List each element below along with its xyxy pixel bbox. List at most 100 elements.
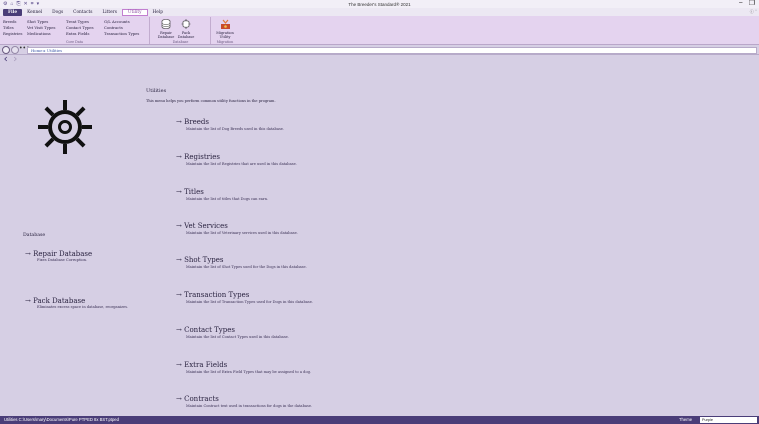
menu-help[interactable]: Help <box>148 9 168 16</box>
ribbon-group-database: Repair Database Pack Database Database <box>151 17 211 44</box>
back-button[interactable] <box>2 46 10 62</box>
breadcrumb-separator: ▸ <box>43 47 46 53</box>
pack-database-title: Pack Database <box>33 297 86 305</box>
ribbon-medications[interactable]: Medications <box>27 31 55 37</box>
utility-item-title: Contact Types <box>184 326 235 334</box>
forward-button[interactable] <box>11 46 19 62</box>
utility-item-title: Contracts <box>184 395 219 403</box>
ribbon: Breeds Titles Registries Shot Types Vet … <box>0 16 759 45</box>
arrow-icon: → <box>176 326 182 334</box>
database-section-header: Database <box>23 233 46 238</box>
repair-database-button[interactable]: Repair Database <box>157 19 175 39</box>
utility-item-registries[interactable]: → Registries Maintain the list of Regist… <box>176 153 297 166</box>
repair-label-2: Database <box>157 35 175 39</box>
ribbon-column-2: Shot Types Vet Visit Types Medications <box>27 19 55 36</box>
arrow-icon: → <box>176 395 182 403</box>
restore-button[interactable]: ❐ <box>749 0 755 8</box>
utility-item-contact-types[interactable]: → Contact Types Maintain the list of Con… <box>176 326 289 339</box>
database-pack-icon <box>181 19 191 29</box>
utility-item-title: Extra Fields <box>184 361 228 369</box>
menu-contacts[interactable]: Contacts <box>68 9 97 16</box>
page-title: Utilities <box>146 88 167 94</box>
page-description: This menu helps you perform common utili… <box>146 99 276 103</box>
ribbon-group-core-data: Breeds Titles Registries Shot Types Vet … <box>0 17 150 44</box>
ribbon-group-label-migration: Migration <box>216 39 234 44</box>
ribbon-group-label-core-data: Core Data <box>66 39 83 44</box>
pack-database-desc: Eliminates excess space in database, reo… <box>37 305 129 309</box>
gear-icon <box>38 100 92 154</box>
utility-item-extra-fields[interactable]: → Extra Fields Maintain the list of Extr… <box>176 361 311 374</box>
utility-item-desc: Maintain the list of Shot Types used for… <box>186 265 307 269</box>
menu-dogs[interactable]: Dogs <box>47 9 68 16</box>
utility-item-desc: Maintain the list of Extra Field Types t… <box>186 370 312 374</box>
arrow-icon: → <box>176 188 182 196</box>
minimize-button[interactable]: − <box>739 0 743 8</box>
menu-file[interactable]: File <box>3 8 23 16</box>
utility-item-desc: Maintain the list of Veterinary services… <box>186 231 298 235</box>
pack-database-link[interactable]: → Pack Database Eliminates excess space … <box>25 297 128 309</box>
ribbon-vet-visit-types[interactable]: Vet Visit Types <box>27 25 55 31</box>
database-repair-icon <box>161 19 171 29</box>
ribbon-column-3: Treat Types Contact Types Extra Fields <box>66 19 94 36</box>
breadcrumb-home[interactable]: Home <box>31 48 42 53</box>
breadcrumb-current[interactable]: Utilities <box>47 48 62 53</box>
ribbon-group-migration: Migration Utility Migration <box>212 17 238 44</box>
breadcrumb: Home ▸ Utilities <box>27 46 757 54</box>
repair-database-title: Repair Database <box>33 250 93 258</box>
menu-litters[interactable]: Litters <box>97 9 121 16</box>
migration-utility-button[interactable]: Migration Utility <box>216 19 234 39</box>
arrow-icon: → <box>176 118 182 126</box>
utility-item-titles[interactable]: → Titles Maintain the list of titles tha… <box>176 188 268 201</box>
utility-item-title: Registries <box>184 153 220 161</box>
utility-item-title: Transaction Types <box>184 291 250 299</box>
status-bar: Utilities C:\Users\mary\Documents\Pure P… <box>0 416 759 424</box>
utility-item-desc: Maintain the list of titles that Dogs ca… <box>186 197 269 201</box>
arrow-icon: → <box>25 250 31 258</box>
utility-item-desc: Maintain the list of Transaction Types u… <box>186 300 314 304</box>
utility-item-title: Vet Services <box>184 222 228 230</box>
ribbon-transaction-types[interactable]: Transaction Types <box>104 31 139 37</box>
utility-item-desc: Maintain the list of Contact Types used … <box>186 335 289 339</box>
arrow-icon: → <box>176 256 182 264</box>
title-bar: ⚙ ⌂ ⎘ ✕ ⌗ ▾ The Breeder's Standard® 2021… <box>0 0 759 8</box>
pack-database-button[interactable]: Pack Database <box>177 19 195 39</box>
migration-icon <box>220 19 230 29</box>
help-info-icon[interactable]: ⓘ ˇ <box>750 9 757 15</box>
ribbon-column-4: G/L Accounts Contracts Transaction Types <box>104 19 139 36</box>
ribbon-registries[interactable]: Registries <box>3 31 22 37</box>
main-content: Utilities This menu helps you perform co… <box>0 55 759 416</box>
ribbon-group-label-database: Database <box>172 39 189 44</box>
utility-item-desc: Maintain the list of Registries that are… <box>186 162 297 166</box>
theme-dropdown[interactable]: Purple <box>700 417 757 423</box>
status-text: Utilities C:\Users\mary\Documents\Pure P… <box>4 417 119 422</box>
menu-kennel[interactable]: Kennel <box>22 9 47 16</box>
menu-bar: File Kennel Dogs Contacts Litters Utilit… <box>0 8 759 16</box>
arrow-icon: → <box>176 153 182 161</box>
utility-item-transaction-types[interactable]: → Transaction Types Maintain the list of… <box>176 291 313 304</box>
utility-item-title: Shot Types <box>184 256 224 264</box>
utility-item-shot-types[interactable]: → Shot Types Maintain the list of Shot T… <box>176 256 307 269</box>
utility-item-breeds[interactable]: → Breeds Maintain the list of Dog Breeds… <box>176 118 284 131</box>
arrow-icon: → <box>25 297 31 305</box>
arrow-icon: → <box>176 361 182 369</box>
migration-label-2: Utility <box>219 35 231 39</box>
repair-database-link[interactable]: → Repair Database Fixes Database Corrupt… <box>25 250 92 262</box>
ribbon-contact-types[interactable]: Contact Types <box>66 25 94 31</box>
window-title: The Breeder's Standard® 2021 <box>348 1 411 7</box>
ribbon-extra-fields[interactable]: Extra Fields <box>66 31 94 37</box>
arrow-icon: → <box>176 222 182 230</box>
ribbon-column-1: Breeds Titles Registries <box>3 19 22 36</box>
arrow-icon: → <box>176 291 182 299</box>
utility-item-desc: Maintain the list of Dog Breeds used in … <box>186 127 285 131</box>
navigation-bar: ••• Home ▸ Utilities <box>0 45 759 62</box>
menu-utility[interactable]: Utility <box>121 8 148 16</box>
utility-item-title: Breeds <box>184 118 209 126</box>
pack-label-2: Database <box>177 35 195 39</box>
repair-database-desc: Fixes Database Corruption. <box>37 258 88 262</box>
utility-item-contracts[interactable]: → Contracts Maintain Contract text used … <box>176 395 312 408</box>
utility-item-vet-services[interactable]: → Vet Services Maintain the list of Vete… <box>176 222 298 235</box>
utility-item-desc: Maintain Contract text used in transacti… <box>186 404 313 408</box>
theme-label: Theme <box>679 417 693 422</box>
window-controls: − ❐ <box>739 0 755 8</box>
utility-item-title: Titles <box>184 188 204 196</box>
